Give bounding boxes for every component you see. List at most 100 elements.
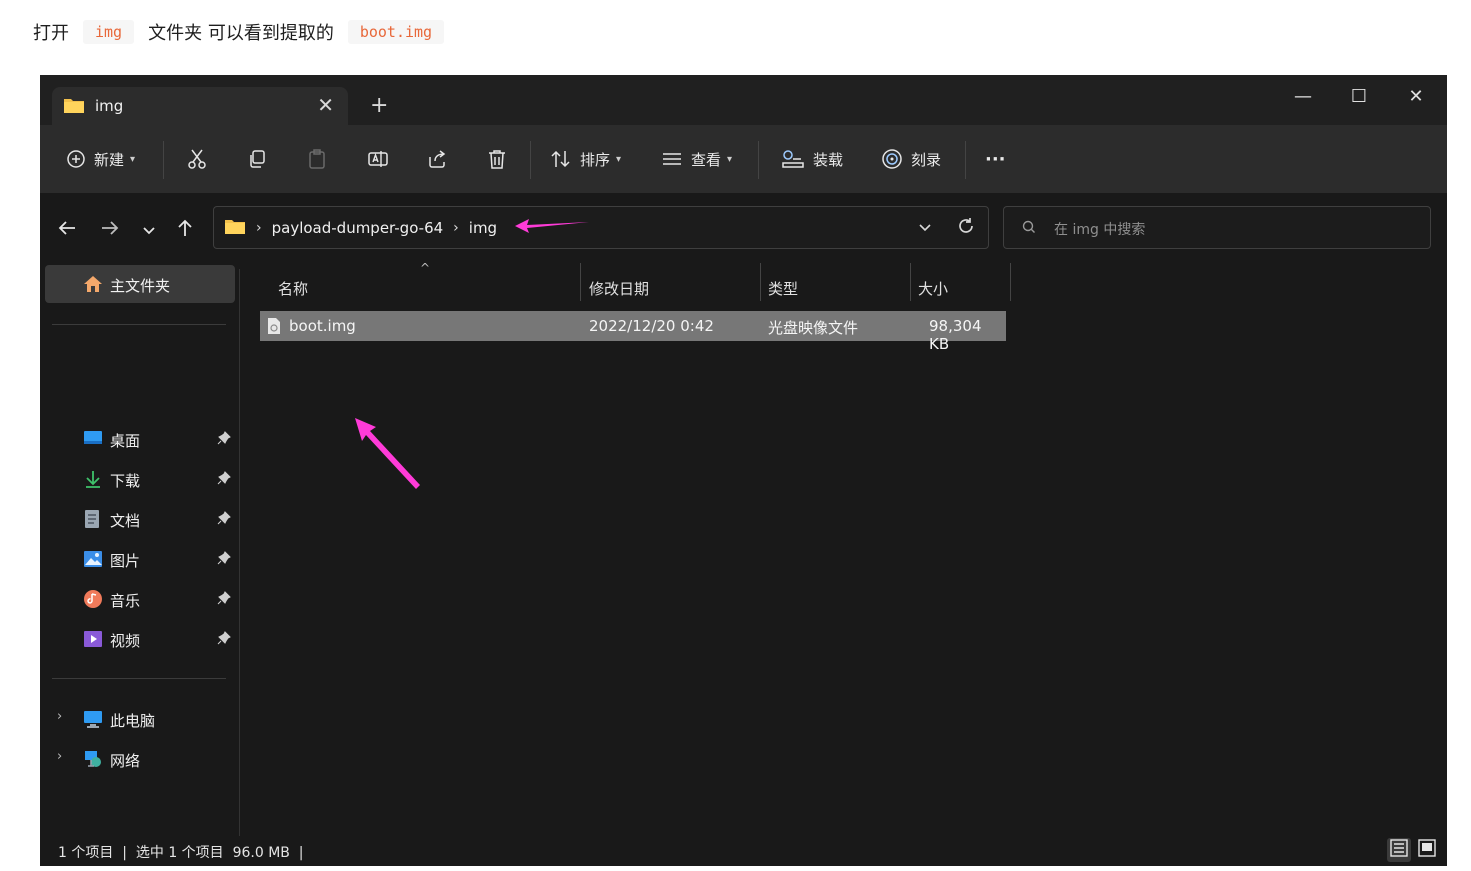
- search-icon: [1022, 219, 1036, 238]
- search-box[interactable]: 在 img 中搜索: [1003, 206, 1431, 249]
- picture-icon: [83, 549, 103, 573]
- arrow-left-icon: [58, 220, 76, 240]
- mount-icon: [781, 149, 805, 169]
- tab-label: img: [95, 97, 124, 115]
- network-icon: [83, 749, 103, 773]
- minimize-button[interactable]: —: [1283, 83, 1323, 111]
- navigation-bar: › payload-dumper-go-64 › img 在 img 中搜索: [40, 193, 1447, 269]
- forward-button[interactable]: [95, 215, 125, 245]
- download-icon: [83, 469, 103, 493]
- chevron-right-icon[interactable]: ›: [57, 749, 62, 764]
- copy-icon: [247, 149, 267, 169]
- pin-icon: [217, 630, 231, 649]
- sidebar-item-downloads[interactable]: 下载: [40, 462, 239, 496]
- navigation-pane: 主文件夹 桌面 下载 文档 图片 音乐 视频 › 此电脑 › 网络: [40, 265, 240, 836]
- breadcrumb: › payload-dumper-go-64 › img: [224, 217, 591, 239]
- music-icon: [83, 589, 103, 613]
- sidebar-item-label: 此电脑: [110, 712, 156, 730]
- column-header-size[interactable]: 大小: [918, 269, 948, 307]
- more-icon: ···: [985, 148, 1006, 170]
- sidebar-item-label: 网络: [110, 752, 141, 770]
- sidebar-item-label: 下载: [110, 472, 141, 490]
- intro-text-1: 打开: [33, 23, 69, 44]
- rename-button[interactable]: [367, 145, 389, 173]
- sidebar-item-label: 图片: [110, 552, 141, 570]
- address-bar[interactable]: › payload-dumper-go-64 › img: [213, 206, 989, 249]
- details-view-button[interactable]: [1387, 838, 1411, 862]
- sidebar-item-label: 文档: [110, 512, 141, 530]
- column-header-modified[interactable]: 修改日期: [589, 269, 649, 307]
- folder-icon: [224, 217, 246, 239]
- breadcrumb-item-parent[interactable]: payload-dumper-go-64: [272, 219, 444, 237]
- mount-button[interactable]: 装载: [781, 145, 843, 173]
- new-button[interactable]: 新建 ▾: [66, 145, 135, 173]
- tab-close-icon[interactable]: ✕: [317, 93, 334, 117]
- view-label: 查看: [691, 150, 722, 169]
- more-button[interactable]: ···: [985, 145, 1006, 173]
- sidebar-item-pictures[interactable]: 图片: [40, 542, 239, 576]
- new-icon: [66, 149, 86, 169]
- intro-code-img: img: [83, 20, 135, 44]
- breadcrumb-item-current[interactable]: img: [469, 219, 497, 237]
- column-divider[interactable]: [1010, 263, 1011, 301]
- column-divider[interactable]: [580, 263, 581, 301]
- document-icon: [83, 509, 101, 533]
- delete-icon: [487, 148, 507, 170]
- maximize-button[interactable]: ☐: [1339, 83, 1379, 111]
- pin-icon: [217, 430, 231, 449]
- refresh-icon[interactable]: [956, 216, 976, 240]
- large-icons-view-icon: [1418, 839, 1436, 861]
- share-button[interactable]: [427, 145, 447, 173]
- status-bar: 1 个项目 | 选中 1 个项目 96.0 MB |: [40, 836, 1447, 866]
- rename-icon: [367, 149, 389, 169]
- sort-ascending-icon: ^: [420, 261, 431, 275]
- cut-button[interactable]: [187, 145, 207, 173]
- mount-label: 装载: [813, 150, 844, 169]
- chevron-down-icon: ▾: [616, 153, 622, 165]
- sidebar-item-desktop[interactable]: 桌面: [40, 422, 239, 456]
- address-history-dropdown[interactable]: [918, 218, 932, 237]
- delete-button[interactable]: [487, 145, 507, 173]
- new-tab-button[interactable]: +: [370, 93, 388, 119]
- paste-icon: [307, 148, 327, 170]
- large-icons-view-button[interactable]: [1415, 838, 1439, 862]
- view-icon: [661, 150, 683, 168]
- sort-button[interactable]: 排序 ▾: [550, 145, 621, 173]
- column-header-type[interactable]: 类型: [768, 269, 798, 307]
- sidebar-divider: [52, 678, 226, 679]
- annotation-arrow: [350, 413, 430, 497]
- up-button[interactable]: [170, 215, 200, 245]
- sort-label: 排序: [580, 150, 611, 169]
- file-list: ^ 名称 修改日期 类型 大小 boot.img 2022/12/20 0:42…: [240, 261, 1447, 836]
- chevron-right-icon: ›: [256, 220, 262, 236]
- sidebar-item-label: 主文件夹: [110, 277, 171, 295]
- recent-locations-button[interactable]: [134, 215, 164, 245]
- sidebar-item-home[interactable]: 主文件夹: [45, 265, 235, 303]
- back-button[interactable]: [52, 215, 82, 245]
- view-button[interactable]: 查看 ▾: [661, 145, 732, 173]
- chevron-down-icon: ▾: [130, 153, 136, 165]
- sidebar-item-label: 桌面: [110, 432, 141, 450]
- burn-button[interactable]: 刻录: [881, 145, 941, 173]
- chevron-right-icon[interactable]: ›: [57, 709, 62, 724]
- copy-button[interactable]: [247, 145, 267, 173]
- column-divider[interactable]: [910, 263, 911, 301]
- video-icon: [83, 629, 103, 653]
- toolbar-divider: [965, 141, 966, 179]
- toolbar-divider: [163, 141, 164, 179]
- sidebar-item-music[interactable]: 音乐: [40, 582, 239, 616]
- tab-img[interactable]: img ✕: [52, 87, 348, 125]
- toolbar-divider: [530, 141, 531, 179]
- chevron-down-icon: [142, 221, 156, 240]
- sidebar-item-documents[interactable]: 文档: [40, 502, 239, 536]
- burn-label: 刻录: [911, 150, 942, 169]
- home-icon: [83, 274, 103, 298]
- sidebar-item-videos[interactable]: 视频: [40, 622, 239, 656]
- column-header-name[interactable]: 名称: [278, 269, 308, 307]
- paste-button[interactable]: [307, 145, 327, 173]
- column-divider[interactable]: [760, 263, 761, 301]
- close-window-button[interactable]: ✕: [1396, 83, 1436, 111]
- table-row[interactable]: boot.img 2022/12/20 0:42 光盘映像文件 98,304 K…: [260, 311, 1006, 353]
- sidebar-item-this-pc[interactable]: › 此电脑: [40, 702, 239, 736]
- sidebar-item-network[interactable]: › 网络: [40, 742, 239, 776]
